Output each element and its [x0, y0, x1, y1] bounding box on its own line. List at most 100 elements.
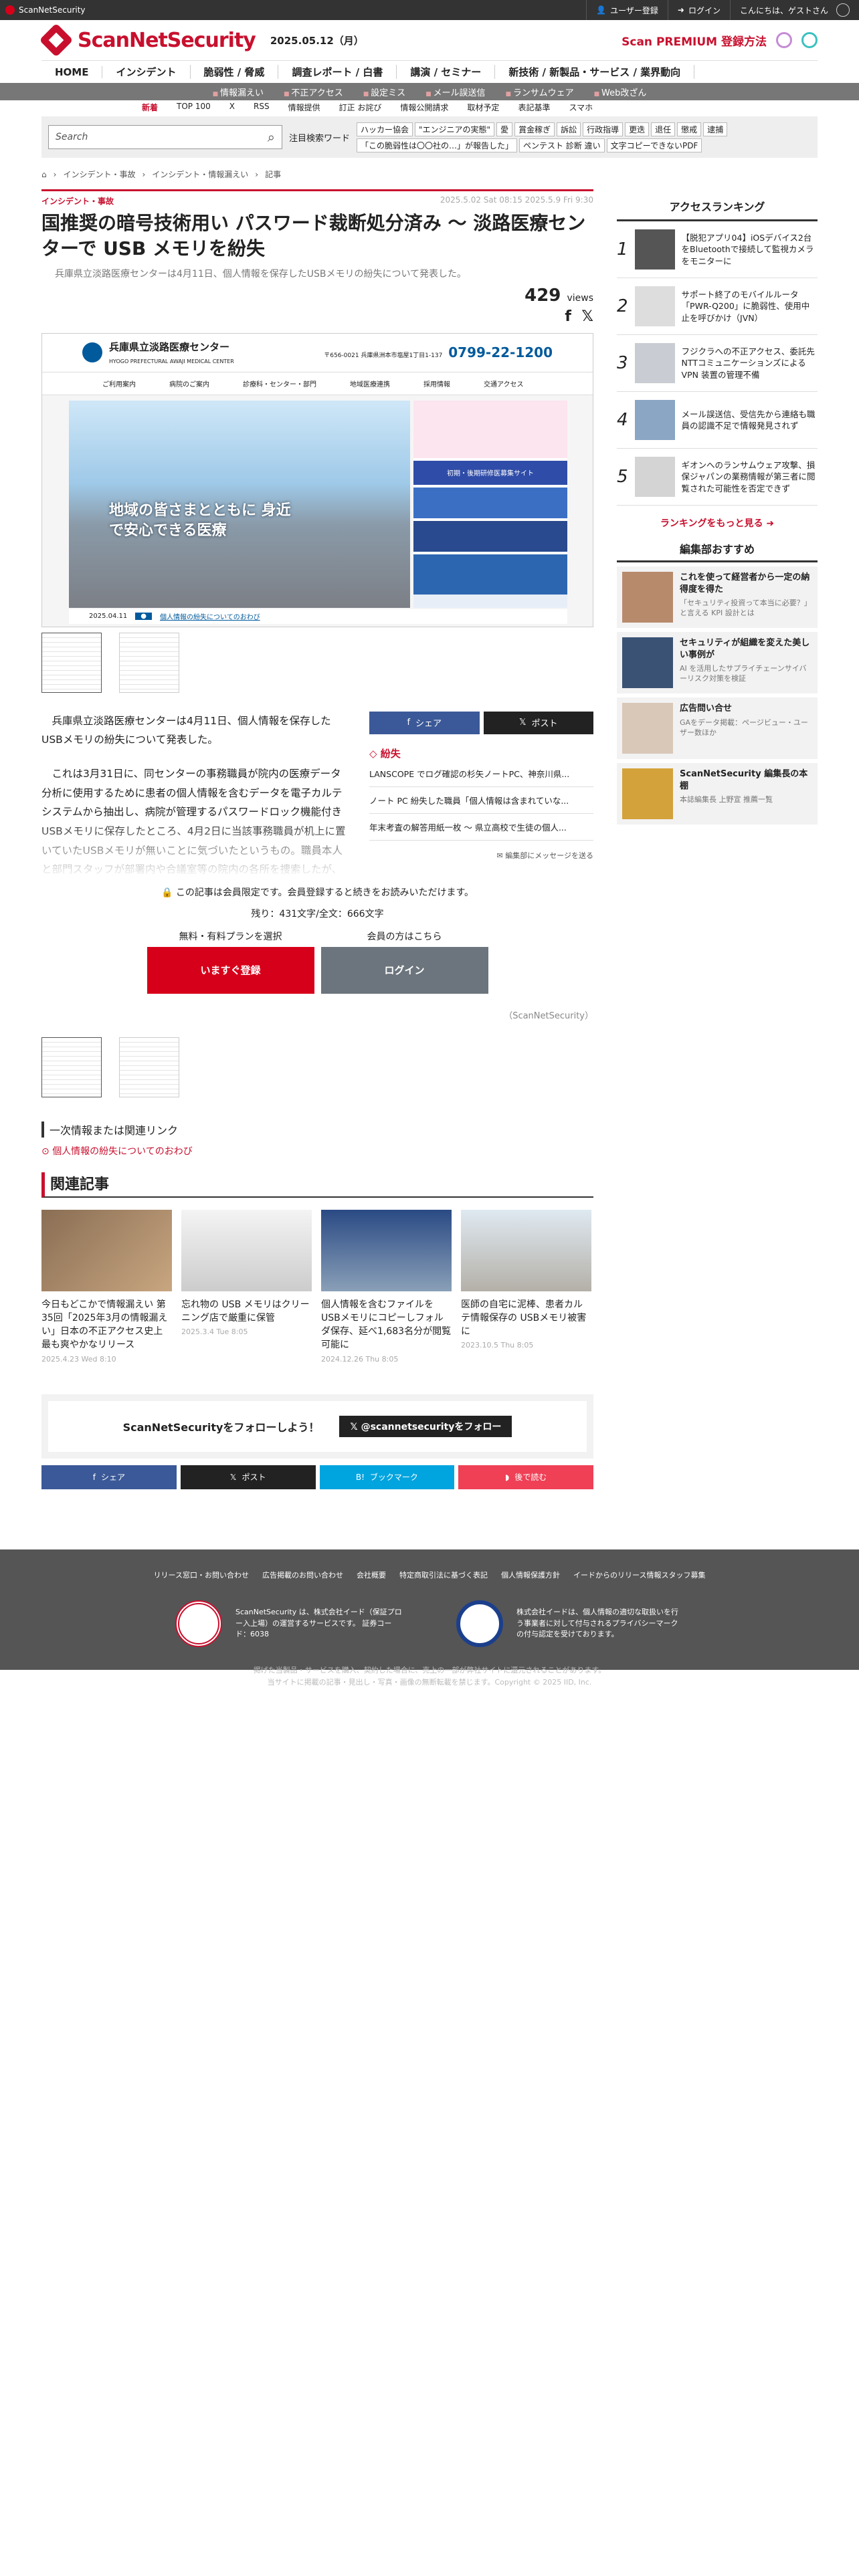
- list-item[interactable]: 年末考査の解答用紙一枚 〜 県立高校で生徒の個人...: [369, 814, 593, 841]
- editor-message-link[interactable]: ✉ 編集部にメッセージを送る: [369, 850, 594, 861]
- article-hero-image[interactable]: 兵庫県立淡路医療センター HYOGO PREFECTURAL AWAJI MEDI…: [41, 332, 593, 627]
- avatar-icon[interactable]: [836, 3, 850, 17]
- ranking-item[interactable]: 2 サポート終了のモバイルルータ「PWR-Q200」に脆弱性、使用中止を呼びかけ…: [617, 278, 818, 335]
- utility-link[interactable]: 訂正 お詫び: [339, 102, 382, 114]
- utility-link[interactable]: スマホ: [569, 102, 593, 114]
- list-item[interactable]: ノート PC 紛失した職員「個人情報は含まれていな...: [369, 787, 593, 814]
- member-login-button[interactable]: ログイン: [320, 946, 488, 994]
- utility-link[interactable]: RSS: [254, 102, 270, 114]
- login-link[interactable]: ➜ ログイン: [667, 0, 730, 20]
- list-item[interactable]: LANSCOPE でログ確認の杉矢ノートPC、神奈川県...: [369, 760, 593, 787]
- site-logo[interactable]: ScanNetSecurity 2025.05.12（月）: [39, 23, 364, 58]
- hatena-bookmark-button[interactable]: B! ブックマーク: [319, 1465, 455, 1489]
- facebook-share-button[interactable]: f シェア: [369, 711, 480, 734]
- utility-link[interactable]: 表記基準: [518, 102, 550, 114]
- nav-vuln[interactable]: 脆弱性 / 脅威: [191, 65, 279, 79]
- primary-source-link[interactable]: ⊙ 個人情報の紛失についてのおわび: [41, 1144, 593, 1158]
- image-thumbnails: [41, 632, 593, 693]
- facebook-icon: f: [92, 1472, 96, 1482]
- facebook-share-button[interactable]: f シェア: [41, 1465, 177, 1489]
- thumbnail[interactable]: [119, 1037, 179, 1097]
- breadcrumb-item[interactable]: インシデント・情報漏えい: [152, 169, 248, 180]
- ranking-image: [634, 457, 675, 497]
- tag-label[interactable]: ◇ 紛失: [369, 746, 593, 760]
- utility-link[interactable]: 新着: [142, 102, 158, 114]
- ranking-item[interactable]: 1 【脱犯アプリ04】iOSデバイス2台をBluetoothで接続して監視カメラ…: [617, 221, 818, 278]
- utility-link[interactable]: TOP 100: [177, 102, 211, 114]
- nav-home[interactable]: HOME: [41, 66, 103, 78]
- subnav-item[interactable]: 情報漏えい: [213, 86, 264, 98]
- share-buttons-bottom: f シェア 𝕏 ポスト B! ブックマーク ◗ 後で読む: [41, 1465, 593, 1489]
- ranking-item[interactable]: 5 ギオンへのランサムウェア攻撃、損保ジャパンの業務情報が第三者に閲覧された可能…: [617, 449, 818, 506]
- related-card[interactable]: 今日もどこかで情報漏えい 第35回「2025年3月の情報漏えい」日本の不正アクセ…: [41, 1209, 172, 1364]
- utility-link[interactable]: 取材予定: [467, 102, 499, 114]
- thumbnail[interactable]: [41, 1037, 102, 1097]
- x-share-button[interactable]: 𝕏 ポスト: [180, 1465, 316, 1489]
- keyword-tag[interactable]: 「この脆弱性は〇〇社の…」が報告した」: [357, 138, 518, 152]
- thumbnail[interactable]: [41, 632, 102, 693]
- register-now-button[interactable]: いますぐ登録: [147, 946, 314, 994]
- footer-link[interactable]: 広告掲載のお問い合わせ: [262, 1570, 343, 1580]
- keyword-tag[interactable]: 退任: [651, 122, 676, 136]
- premium-link[interactable]: Scan PREMIUM 登録方法: [622, 32, 767, 49]
- editor-pick[interactable]: 広告問い合せ GAをデータ掲載：ページビュー・ユーザー数ほか: [617, 697, 818, 759]
- footer-link[interactable]: 特定商取引法に基づく表記: [399, 1570, 488, 1580]
- footer-link[interactable]: イードからのリリース情報スタッフ募集: [573, 1570, 705, 1580]
- related-card[interactable]: 個人情報を含むファイルをUSBメモリにコピーしフォルダ保存、延べ1,683名分が…: [321, 1209, 452, 1364]
- pick-image: [622, 572, 673, 623]
- subnav-item[interactable]: 不正アクセス: [284, 86, 343, 98]
- ranking-item[interactable]: 4 メール誤送信、受信先から連絡も職員の認識不足で情報発見されず: [617, 392, 818, 449]
- keyword-tag[interactable]: "エンジニアの実態": [415, 122, 495, 136]
- nav-incident[interactable]: インシデント: [102, 65, 191, 79]
- utility-link[interactable]: 情報提供: [288, 102, 320, 114]
- nav-seminar[interactable]: 講演 / セミナー: [397, 65, 496, 79]
- keyword-tag[interactable]: 逮捕: [703, 122, 728, 136]
- home-icon[interactable]: ⌂: [41, 170, 47, 179]
- search-icon[interactable]: ⌕: [268, 129, 275, 145]
- current-date: 2025.05.12（月）: [270, 34, 364, 47]
- footer-link[interactable]: 会社概要: [357, 1570, 386, 1580]
- editor-pick[interactable]: ScanNetSecurity 編集長の本棚 本誌編集長 上野宣 推薦一覧: [617, 763, 818, 825]
- keyword-tag[interactable]: ハッカー協会: [357, 122, 413, 136]
- editor-pick[interactable]: セキュリティが組織を変えた美しい事例が AI を活用したサプライチェーンサイバーリ…: [617, 632, 818, 693]
- nav-report[interactable]: 調査レポート / 白書: [278, 65, 397, 79]
- keyword-tag[interactable]: 文字コピーできないPDF: [606, 138, 702, 152]
- keyword-tag[interactable]: 訴訟: [557, 122, 581, 136]
- podcast-icon[interactable]: [776, 32, 792, 48]
- main-nav: HOME インシデント 脆弱性 / 脅威 調査レポート / 白書 講演 / セミ…: [41, 60, 818, 83]
- topbar-brand[interactable]: ScanNetSecurity: [0, 5, 86, 15]
- subnav-item[interactable]: 設定ミス: [363, 86, 405, 98]
- x-share-button[interactable]: 𝕏 ポスト: [483, 711, 593, 734]
- x-icon[interactable]: 𝕏: [581, 308, 593, 325]
- subnav-item[interactable]: Web改ざん: [594, 86, 646, 98]
- footer-link[interactable]: リリース窓口・お問い合わせ: [154, 1570, 249, 1580]
- keyword-tag[interactable]: 行政指導: [583, 122, 624, 136]
- keyword-tag[interactable]: ペンテスト 診断 違い: [519, 138, 605, 152]
- subnav-item[interactable]: メール誤送信: [425, 86, 486, 98]
- thumbnail[interactable]: [119, 632, 179, 693]
- breadcrumb-item[interactable]: インシデント・事故: [63, 169, 135, 180]
- circle-icon[interactable]: [801, 32, 818, 48]
- related-card[interactable]: 忘れ物の USB メモリはクリーニング店で厳重に保管 2025.3.4 Tue …: [181, 1209, 312, 1364]
- user-register-link[interactable]: 👤 ユーザー登録: [586, 0, 668, 20]
- utility-link[interactable]: X: [229, 102, 235, 114]
- keyword-tag[interactable]: 愛: [496, 122, 513, 136]
- article-category[interactable]: インシデント・事故: [41, 195, 114, 207]
- x-follow-button[interactable]: 𝕏 @scannetsecurityをフォロー: [339, 1415, 512, 1437]
- facebook-icon[interactable]: f: [565, 308, 571, 325]
- editor-pick[interactable]: これを使って経営者から一定の納得度を得た 「セキュリティ投資って本当に必要？」と言…: [617, 566, 818, 628]
- logo-sub: Security: [167, 28, 256, 52]
- related-card[interactable]: 医師の自宅に泥棒、患者カルテ情報保存の USBメモリ被害に 2023.10.5 …: [461, 1209, 591, 1364]
- keyword-tag[interactable]: 賞金稼ぎ: [514, 122, 555, 136]
- ranking-more-link[interactable]: ランキングをもっと見る ➜: [617, 516, 818, 530]
- ranking-item[interactable]: 3 フジクラへの不正アクセス、委託先 NTTコミュニケーションズによる VPN …: [617, 335, 818, 392]
- related-heading: 関連記事: [41, 1172, 593, 1198]
- keyword-tag[interactable]: 更迭: [625, 122, 650, 136]
- pocket-button[interactable]: ◗ 後で読む: [458, 1465, 593, 1489]
- utility-link[interactable]: 情報公開請求: [400, 102, 448, 114]
- subnav-item[interactable]: ランサムウェア: [506, 86, 574, 98]
- search-input[interactable]: Search ⌕: [48, 125, 282, 149]
- footer-link[interactable]: 個人情報保護方針: [501, 1570, 560, 1580]
- nav-newtech[interactable]: 新技術 / 新製品・サービス / 業界動向: [495, 65, 695, 79]
- keyword-tag[interactable]: 懲戒: [677, 122, 702, 136]
